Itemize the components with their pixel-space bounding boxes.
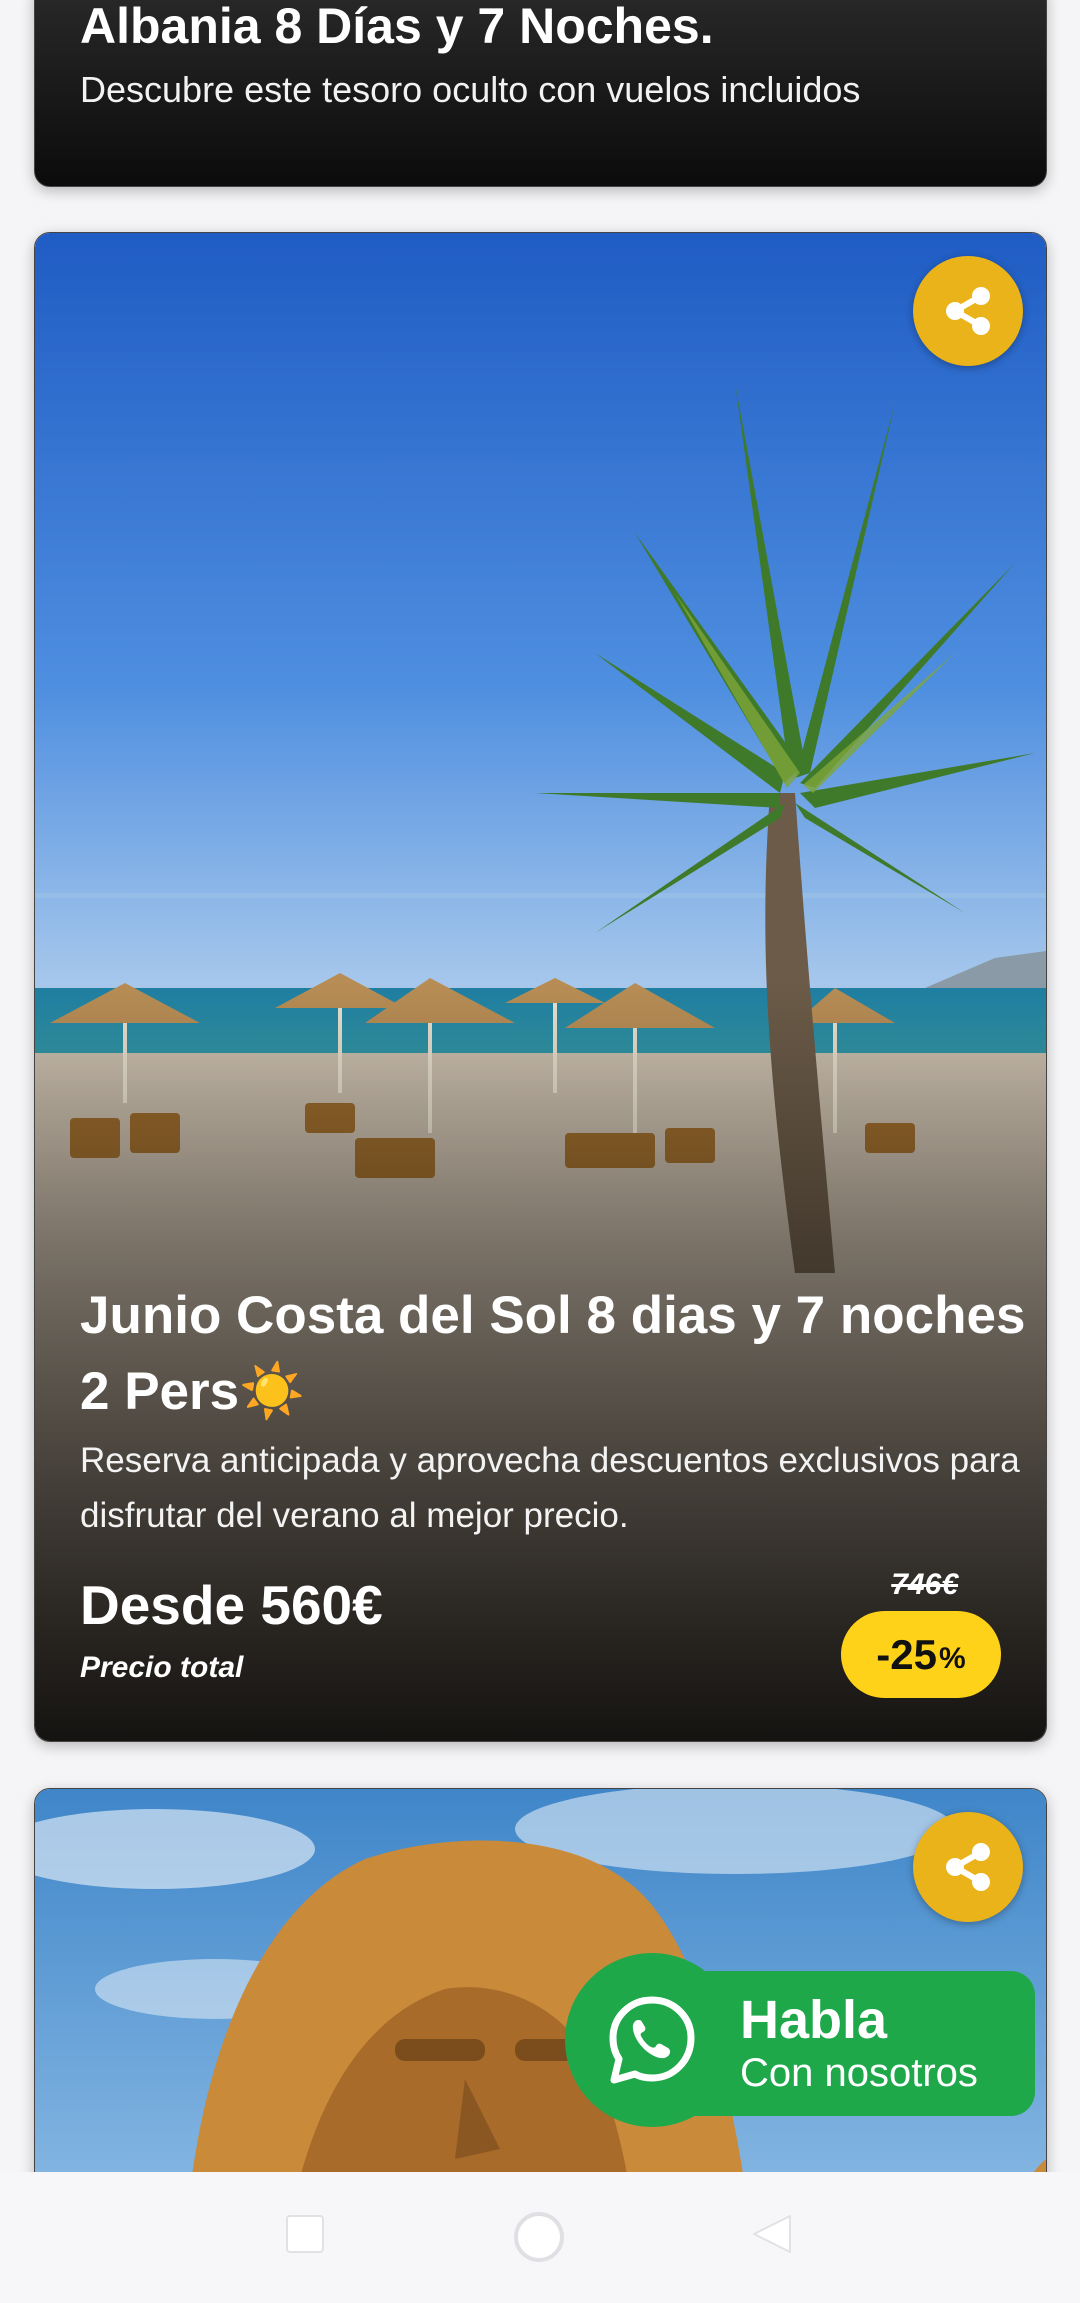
share-icon bbox=[946, 1843, 990, 1891]
share-button[interactable] bbox=[913, 1812, 1023, 1922]
discount-unit: % bbox=[939, 1641, 966, 1675]
whatsapp-circle[interactable] bbox=[565, 1953, 739, 2127]
price-note: Precio total bbox=[80, 1651, 244, 1684]
offer-card-albania[interactable]: Albania 8 Días y 7 Noches. Descubre este… bbox=[34, 0, 1047, 187]
share-button[interactable] bbox=[913, 256, 1023, 366]
card-subtitle: Descubre este tesoro oculto con vuelos i… bbox=[80, 69, 861, 110]
back-button[interactable] bbox=[752, 2214, 792, 2259]
card-title: Albania 8 Días y 7 Noches. bbox=[80, 0, 714, 54]
offer-card-costa-del-sol[interactable]: Junio Costa del Sol 8 dias y 7 noches 2 … bbox=[34, 232, 1047, 1742]
whatsapp-title: Habla bbox=[740, 1990, 888, 2050]
home-button[interactable] bbox=[512, 2210, 566, 2269]
recents-button[interactable] bbox=[285, 2214, 325, 2259]
system-navigation-bar bbox=[0, 2172, 1080, 2303]
whatsapp-icon bbox=[609, 1996, 695, 2084]
card-title: Junio Costa del Sol 8 dias y 7 noches 2 … bbox=[80, 1286, 1026, 1421]
square-icon bbox=[286, 2215, 324, 2253]
share-icon bbox=[946, 287, 990, 335]
circle-icon bbox=[514, 2212, 564, 2262]
whatsapp-chat-button[interactable]: Habla Con nosotros bbox=[565, 1953, 1035, 2127]
old-price: 746€ bbox=[891, 1568, 958, 1601]
triangle-back-icon bbox=[753, 2215, 791, 2253]
discount-badge: -25% bbox=[841, 1611, 1001, 1698]
discount-value: -25 bbox=[876, 1630, 937, 1678]
price-label: Desde 560€ bbox=[80, 1574, 383, 1636]
whatsapp-subtitle: Con nosotros bbox=[740, 2051, 978, 2095]
card-description: Reserva anticipada y aprovecha descuento… bbox=[80, 1441, 1020, 1535]
